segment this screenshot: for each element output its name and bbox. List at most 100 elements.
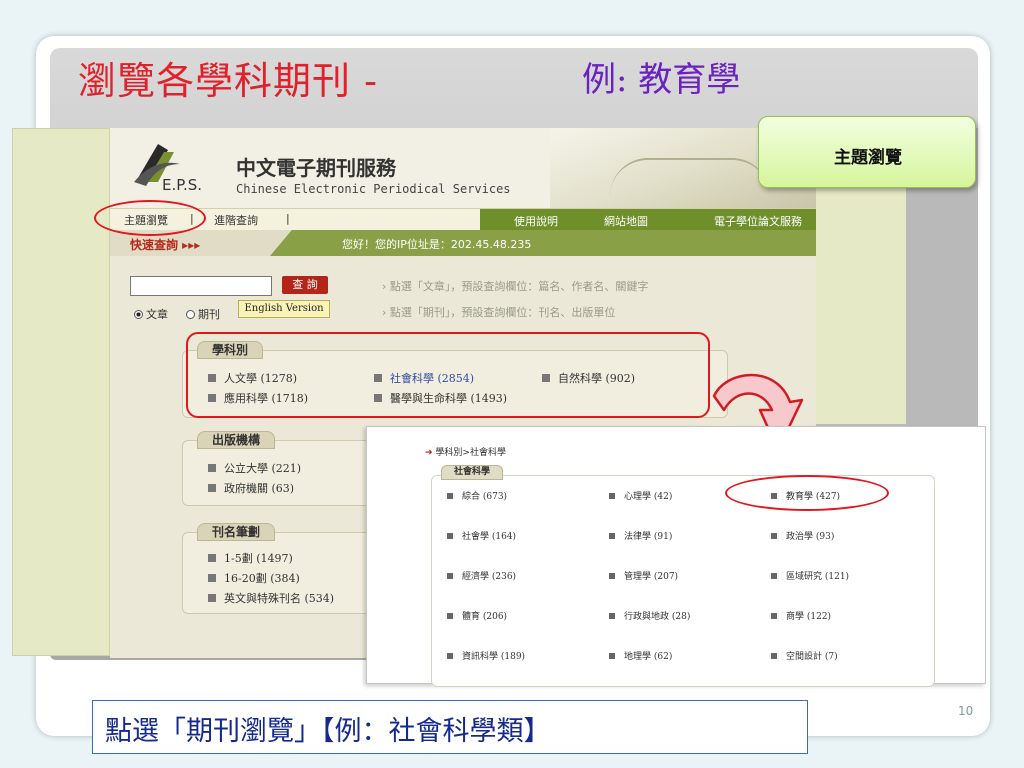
radio-journal[interactable]: 期刊 <box>186 306 220 322</box>
bullet-icon <box>208 594 216 602</box>
inset-breadcrumb: ➔ 學科別>社會科學 <box>425 445 506 458</box>
slide-title: 瀏覽各學科期刊 - <box>78 59 378 103</box>
inset-item-sports[interactable]: 體育 (206) <box>447 609 507 622</box>
bullet-icon <box>208 574 216 582</box>
publisher-government[interactable]: 政府機關 (63) <box>208 480 294 496</box>
book-page-line <box>610 158 770 196</box>
publishers-label: 出版機構 <box>197 431 276 449</box>
strokes-16-20[interactable]: 16-20劃 (384) <box>208 570 300 586</box>
inset-item-geography[interactable]: 地理學 (62) <box>609 649 672 662</box>
inset-item-label: 經濟學 (236) <box>462 572 517 582</box>
inset-item-economics[interactable]: 經濟學 (236) <box>447 569 516 582</box>
bullet-icon <box>771 573 777 579</box>
bullet-icon <box>208 554 216 562</box>
inset-item-label: 空間設計 (7) <box>786 652 838 662</box>
radio-article-label: 文章 <box>146 308 168 321</box>
inset-item-management[interactable]: 管理學 (207) <box>609 569 678 582</box>
inset-item-law[interactable]: 法律學 (91) <box>609 529 672 542</box>
bullet-icon <box>609 613 615 619</box>
bullet-icon <box>447 653 453 659</box>
bullet-icon <box>447 533 453 539</box>
inset-item-politics[interactable]: 政治學 (93) <box>771 529 834 542</box>
site-name-cn: 中文電子期刊服務 <box>236 156 396 180</box>
site-name-en: Chinese Electronic Periodical Services <box>236 182 511 196</box>
inset-tag: 社會科學 <box>441 465 504 480</box>
callout-text: 主題瀏覽 <box>834 148 902 168</box>
nav-thesis-service[interactable]: 電子學位論文服務 <box>714 213 802 229</box>
inset-item-area-studies[interactable]: 區域研究 (121) <box>771 569 849 582</box>
strokes-label-item: 16-20劃 (384) <box>224 572 300 585</box>
page-number: 10 <box>958 704 974 718</box>
site-navbar: 主題瀏覽 | 進階查詢 | 使用說明 網站地圖 電子學位論文服務 <box>110 208 816 231</box>
inset-item-sociology[interactable]: 社會學 (164) <box>447 529 516 542</box>
strokes-label-item: 英文與特殊刊名 (534) <box>224 592 335 605</box>
bullet-icon <box>771 653 777 659</box>
bullet-icon <box>771 533 777 539</box>
search-button[interactable]: 查 詢 <box>282 276 328 294</box>
inset-item-label: 體育 (206) <box>462 612 508 622</box>
social-science-inset: ➔ 學科別>社會科學 社會科學 綜合 (673) 心理學 (42) 教育學 (4… <box>366 426 986 687</box>
inset-item-label: 區域研究 (121) <box>786 572 850 582</box>
bullet-icon <box>609 653 615 659</box>
nav-help[interactable]: 使用說明 <box>514 213 558 229</box>
english-version-button[interactable]: English Version <box>238 300 330 318</box>
nav-right-bar: 使用說明 網站地圖 電子學位論文服務 <box>480 209 816 231</box>
inset-item-psychology[interactable]: 心理學 (42) <box>609 489 672 502</box>
inset-item-information-science[interactable]: 資訊科學 (189) <box>447 649 525 662</box>
left-decor-panel <box>12 128 110 656</box>
nav-separator: | <box>286 212 290 225</box>
bullet-icon <box>609 533 615 539</box>
inset-item-spatial-design[interactable]: 空間設計 (7) <box>771 649 838 662</box>
quick-search-title: 快速查詢 ▸▸▸ <box>130 238 201 252</box>
nav-advanced-search[interactable]: 進階查詢 <box>214 212 258 228</box>
inset-item-general[interactable]: 綜合 (673) <box>447 489 507 502</box>
inset-item-label: 法律學 (91) <box>624 532 673 542</box>
hint-journal: › 點選「期刊」，預設查詢欄位：刊名、出版單位 <box>382 306 616 319</box>
nav-sitemap[interactable]: 網站地圖 <box>604 213 648 229</box>
publisher-label: 公立大學 (221) <box>224 462 302 475</box>
logo-text: E.P.S. <box>162 176 203 194</box>
bullet-icon <box>208 464 216 472</box>
inset-item-label: 管理學 (207) <box>624 572 679 582</box>
bullet-icon <box>609 573 615 579</box>
callout-box: 主題瀏覽 <box>758 116 976 188</box>
bullet-icon <box>447 573 453 579</box>
inset-item-label: 行政與地政 (28) <box>624 612 691 622</box>
caption-box: 點選「期刊瀏覽」【例：社會科學類】 <box>92 700 808 754</box>
highlight-subject-browse <box>94 200 206 236</box>
slide-subtitle: 例: 教育學 <box>582 60 741 100</box>
site-header: E.P.S. 中文電子期刊服務 Chinese Electronic Perio… <box>110 128 816 208</box>
eps-logo: E.P.S. <box>124 138 203 198</box>
radio-article[interactable]: 文章 <box>134 306 168 322</box>
inset-item-label: 綜合 (673) <box>462 492 508 502</box>
highlight-subjects-panel <box>186 332 710 418</box>
inset-item-label: 政治學 (93) <box>786 532 835 542</box>
bullet-icon <box>447 613 453 619</box>
inset-item-business[interactable]: 商學 (122) <box>771 609 831 622</box>
inset-item-label: 商學 (122) <box>786 612 832 622</box>
radio-unselected-icon <box>186 310 195 319</box>
strokes-1-5[interactable]: 1-5劃 (1497) <box>208 550 293 566</box>
breadcrumb-text: 學科別>社會科學 <box>435 448 506 458</box>
bullet-icon <box>771 613 777 619</box>
radio-journal-label: 期刊 <box>198 308 220 321</box>
publisher-label: 政府機關 (63) <box>224 482 295 495</box>
strokes-english[interactable]: 英文與特殊刊名 (534) <box>208 590 334 606</box>
radio-selected-icon <box>134 310 143 319</box>
bullet-icon <box>208 484 216 492</box>
ip-address-text: 您好！您的IP位址是：202.45.48.235 <box>342 238 532 251</box>
strokes-label-item: 1-5劃 (1497) <box>224 552 293 565</box>
inset-item-label: 社會學 (164) <box>462 532 517 542</box>
strokes-label: 刊名筆劃 <box>197 523 276 541</box>
quick-search-bar: 快速查詢 ▸▸▸ 您好！您的IP位址是：202.45.48.235 <box>110 230 816 256</box>
inset-item-administration[interactable]: 行政與地政 (28) <box>609 609 690 622</box>
inset-item-label: 心理學 (42) <box>624 492 673 502</box>
caption-text: 點選「期刊瀏覽」【例：社會科學類】 <box>105 716 551 747</box>
publisher-public-university[interactable]: 公立大學 (221) <box>208 460 301 476</box>
search-input[interactable] <box>130 276 272 296</box>
arrow-right-icon: ➔ <box>425 448 436 458</box>
hint-article: › 點選「文章」，預設查詢欄位：篇名、作者名、關鍵字 <box>382 280 649 293</box>
bullet-icon <box>609 493 615 499</box>
highlight-education <box>725 475 889 511</box>
inset-item-label: 資訊科學 (189) <box>462 652 526 662</box>
